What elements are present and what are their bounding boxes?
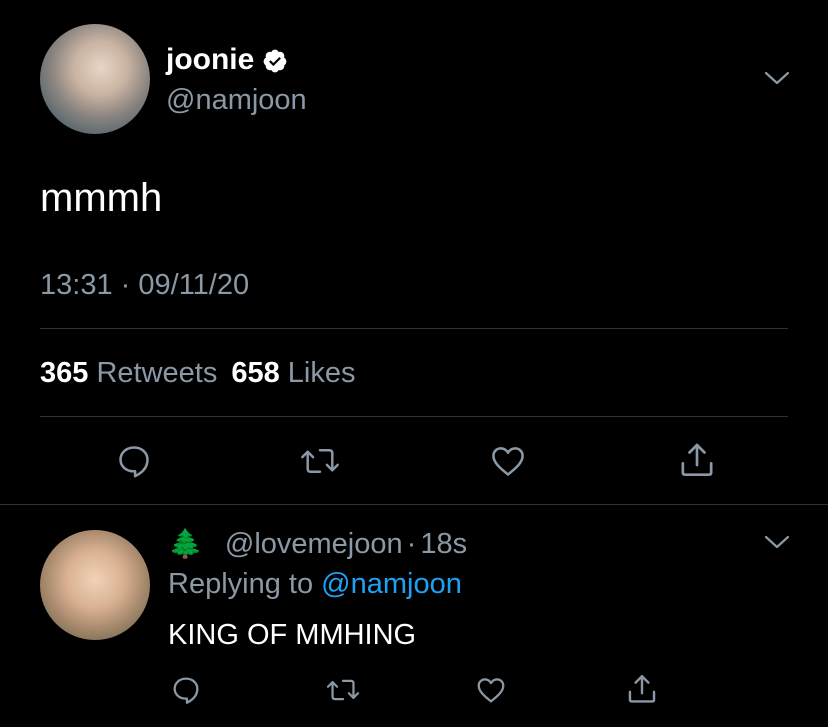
author-avatar[interactable]: [40, 24, 150, 134]
tweet-menu-chevron-down-icon[interactable]: [764, 70, 790, 86]
like-label: Likes: [287, 357, 356, 389]
divider: [40, 328, 788, 329]
reply-icon[interactable]: [115, 442, 153, 480]
share-icon[interactable]: [677, 440, 717, 480]
reply-author-handle[interactable]: @lovemejoon: [225, 526, 403, 562]
timestamp-separator: ·: [120, 269, 131, 301]
retweet-count: 365: [40, 357, 89, 389]
tree-emoji: 🌲: [168, 528, 203, 559]
reply-icon[interactable]: [170, 674, 202, 706]
retweet-label: Retweets: [96, 357, 218, 389]
reply-menu-chevron-down-icon[interactable]: [764, 534, 790, 550]
tweet-stats: 365 Retweets 658 Likes: [40, 355, 356, 391]
tweet-text: mmmh: [40, 176, 163, 220]
replying-to-mention[interactable]: @namjoon: [321, 568, 462, 600]
replying-to-line: Replying to @namjoon: [168, 566, 462, 602]
retweet-icon[interactable]: [326, 674, 360, 706]
reply-text: KING OF MMHING: [168, 619, 417, 651]
author-handle[interactable]: @namjoon: [166, 82, 307, 118]
tweet-date: 09/11/20: [138, 269, 250, 301]
heart-icon[interactable]: [488, 442, 528, 480]
reply-time-ago[interactable]: 18s: [420, 526, 467, 562]
tweet-timestamp[interactable]: 13:31 · 09/11/20: [40, 267, 249, 303]
likes-stat[interactable]: 658 Likes: [231, 357, 355, 389]
retweets-stat[interactable]: 365 Retweets: [40, 357, 217, 389]
like-count: 658: [231, 357, 280, 389]
heart-icon[interactable]: [474, 674, 508, 706]
replying-to-prefix: Replying to: [168, 568, 314, 600]
retweet-icon[interactable]: [300, 442, 340, 480]
divider: [40, 416, 788, 417]
author-display-name[interactable]: joonie: [166, 42, 254, 78]
reply-separator: ·: [406, 528, 417, 560]
verified-badge-icon: [262, 47, 288, 73]
tweet-time: 13:31: [40, 269, 113, 301]
reply-author-avatar[interactable]: [40, 530, 150, 640]
author-name-row[interactable]: joonie: [166, 42, 288, 78]
share-icon[interactable]: [625, 672, 659, 706]
reply-meta: 🌲 @lovemejoon · 18s: [168, 526, 467, 562]
divider: [0, 504, 828, 505]
